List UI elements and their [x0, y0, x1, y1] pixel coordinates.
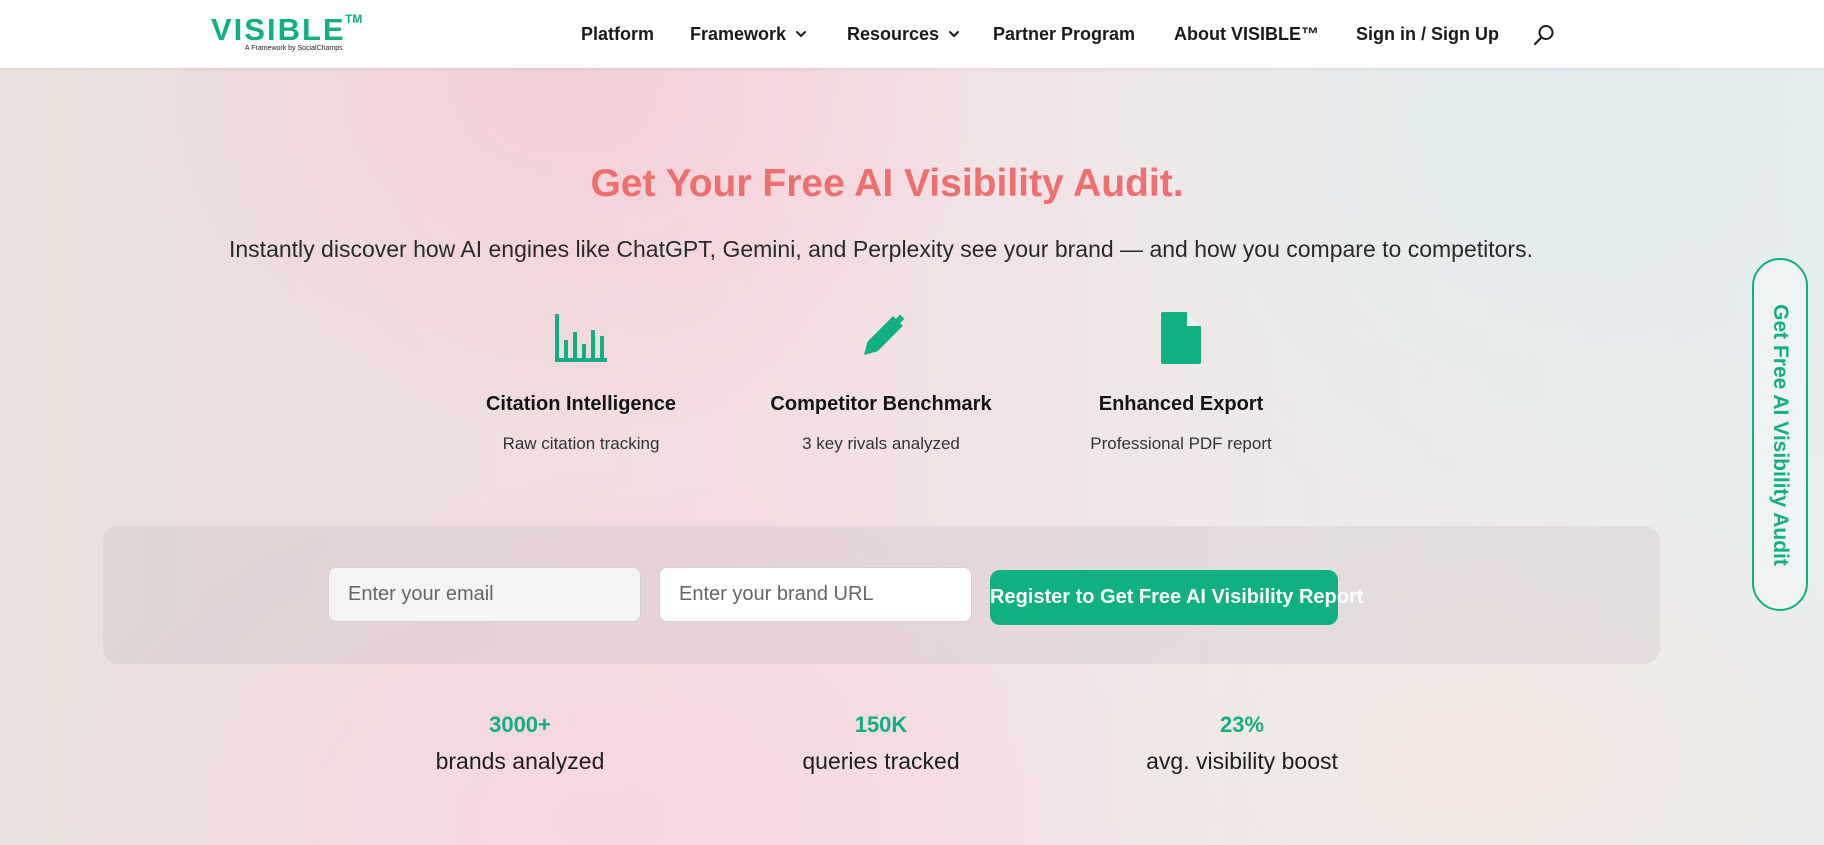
register-button[interactable]: Register to Get Free AI Visibility Repor…: [990, 570, 1363, 625]
nav-partner-program[interactable]: Partner Program: [993, 22, 1135, 46]
nav-resources[interactable]: Resources: [847, 22, 961, 46]
feature-citation-intelligence: Citation Intelligence Raw citation track…: [441, 310, 721, 454]
nav-about[interactable]: About VISIBLE™: [1174, 22, 1319, 46]
nav-sign-in[interactable]: Sign in / Sign Up: [1356, 22, 1499, 46]
feature-title: Competitor Benchmark: [770, 393, 992, 415]
feature-desc: Raw citation tracking: [502, 434, 660, 453]
document-icon: [1161, 312, 1201, 364]
feature-enhanced-export: Enhanced Export Professional PDF report: [1041, 310, 1321, 454]
chevron-down-icon: [796, 31, 807, 37]
stat-value: 23%: [1219, 712, 1265, 737]
nav-framework[interactable]: Framework: [690, 22, 808, 46]
search-icon[interactable]: [1532, 23, 1556, 47]
stat-visibility: 23% avg. visibility boost: [1092, 712, 1392, 775]
site-header: VISIBLE TM A Framework by SocialChamps P…: [0, 0, 1824, 68]
feature-title: Citation Intelligence: [485, 393, 677, 415]
chevron-down-icon: [949, 31, 960, 37]
hero-subtitle: Instantly discover how AI engines like C…: [229, 236, 1533, 262]
stat-label: queries tracked: [802, 748, 960, 774]
stat-queries: 150K queries tracked: [731, 712, 1031, 775]
feature-competitor-benchmark: Competitor Benchmark 3 key rivals analyz…: [741, 310, 1021, 454]
email-input[interactable]: [328, 567, 641, 622]
stat-label: brands analyzed: [435, 748, 605, 774]
pen-icon: [864, 314, 905, 355]
feature-title: Enhanced Export: [1098, 393, 1264, 415]
side-audit-tab[interactable]: Get Free AI Visibility Audit: [1752, 258, 1808, 611]
page-title: Get Your Free AI Visibility Audit.: [590, 162, 1184, 205]
feature-desc: Professional PDF report: [1090, 434, 1272, 453]
main-nav: Platform Framework Resources Partner Pro…: [0, 0, 1824, 68]
side-tab-label: Get Free AI Visibility Audit: [1769, 303, 1792, 566]
nav-resources-label: Resources: [847, 23, 940, 44]
stat-label: avg. visibility boost: [1146, 748, 1338, 774]
audit-form: Register to Get Free AI Visibility Repor…: [103, 526, 1660, 664]
nav-platform[interactable]: Platform: [581, 22, 654, 46]
bar-chart-icon: [555, 314, 607, 362]
stat-brands: 3000+ brands analyzed: [370, 712, 670, 775]
stat-value: 3000+: [489, 712, 551, 737]
feature-desc: 3 key rivals analyzed: [802, 434, 960, 453]
nav-framework-label: Framework: [690, 23, 787, 44]
stat-value: 150K: [854, 712, 908, 737]
brand-url-input[interactable]: [659, 567, 972, 622]
